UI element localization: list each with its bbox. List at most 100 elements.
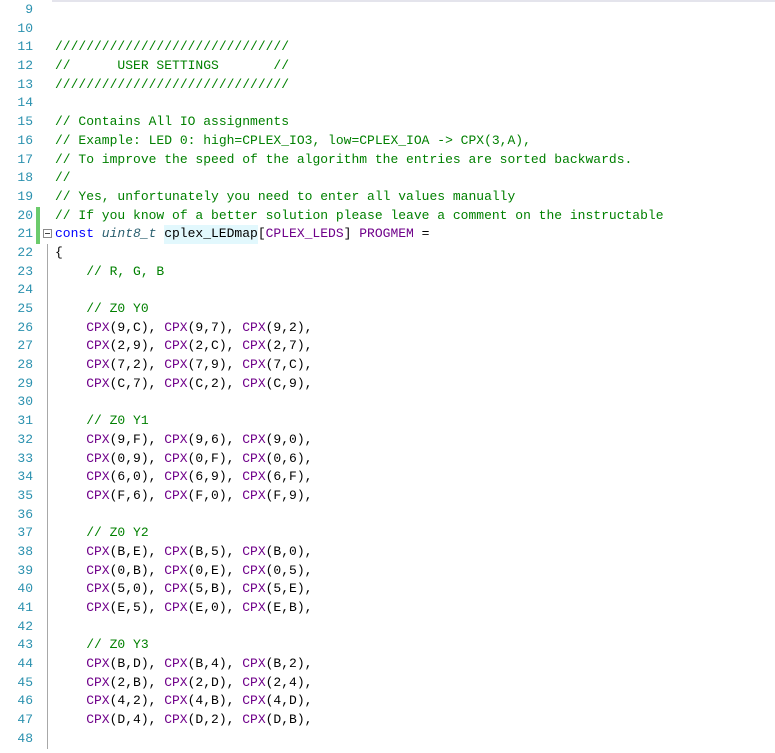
fold-guide <box>47 318 48 338</box>
code-row[interactable]: 33 CPX(0,9), CPX(0,F), CPX(0,6), CPX CPX CP… <box>0 449 775 469</box>
code-row[interactable]: 9 <box>0 1 775 20</box>
code-row[interactable]: 42 <box>0 617 775 637</box>
code-line: // Z0 Y3 <box>55 637 149 653</box>
fold-guide <box>47 561 48 581</box>
fold-guide <box>47 486 48 506</box>
code-row[interactable]: 26 CPX(9,C), CPX(9,7), CPX(9,2), CPX CPX CP… <box>0 318 775 338</box>
code-row[interactable]: 14 <box>0 94 775 113</box>
line-number: 40 <box>17 581 33 597</box>
identifier-highlight: cplex_LEDmap <box>164 225 258 244</box>
code-line: ////////////////////////////// <box>55 39 290 55</box>
macro: CPX <box>242 449 266 469</box>
code-row[interactable]: 12 // USER SETTINGS // <box>0 57 775 76</box>
macro: CPX <box>242 673 266 693</box>
code-row[interactable]: 46 CPX(4,2), CPX(4,B), CPX(4,D), CPX CPX CP… <box>0 692 775 712</box>
code-line: // Z0 Y0 <box>55 301 149 316</box>
fold-guide <box>47 337 48 357</box>
code-line: { <box>55 244 63 260</box>
line-number: 32 <box>17 431 33 447</box>
code-row[interactable]: 28 CPX(7,2), CPX(7,9), CPX(7,C), CPX CPX CP… <box>0 356 775 375</box>
code-row[interactable]: 10 <box>0 20 775 39</box>
code-row[interactable]: 20 // If you know of a better solution pl… <box>0 206 775 226</box>
code-row[interactable]: 37 // Z0 Y2 <box>0 524 775 543</box>
code-row[interactable]: 47 CPX(D,4), CPX(D,2), CPX(D,B), CPX CPX CP… <box>0 711 775 730</box>
line-number: 36 <box>17 506 33 522</box>
fold-guide <box>47 617 48 637</box>
code-line: // USER SETTINGS // <box>55 58 290 74</box>
code-row[interactable]: 38 CPX(B,E), CPX(B,5), CPX(B,0), CPX CPX CP… <box>0 542 775 562</box>
fold-guide <box>47 449 48 469</box>
macro: CPX <box>242 561 266 581</box>
code-row[interactable]: 29 CPX(C,7), CPX(C,2), CPX(C,9), CPX CPX CP… <box>0 374 775 394</box>
line-number: 24 <box>17 282 33 298</box>
macro: CPX <box>86 374 110 394</box>
code-row[interactable]: 18 // <box>0 169 775 188</box>
code-editor[interactable]: 9 10 11 ////////////////////////////// 12 // … <box>0 1 775 749</box>
macro: CPX <box>86 449 110 469</box>
fold-guide <box>47 412 48 431</box>
macro: CPX <box>242 337 266 357</box>
line-number: 28 <box>17 357 33 373</box>
line-number: 9 <box>25 2 33 17</box>
code-line: // Example: LED 0: high=CPLEX_IO3, low=C… <box>55 132 531 148</box>
macro: CPX <box>242 468 266 487</box>
code-row[interactable]: 31 // Z0 Y1 <box>0 412 775 431</box>
code-row[interactable]: 22 { <box>0 243 775 263</box>
code-row[interactable]: 43 // Z0 Y3 <box>0 636 775 656</box>
macro: CPX <box>164 711 188 730</box>
code-row[interactable]: 45 CPX(2,B), CPX(2,D), CPX(2,4), CPX CPX CP… <box>0 673 775 693</box>
macro: CPLEX_LEDS <box>265 225 344 244</box>
macro: CPX <box>86 318 110 338</box>
macro: CPX <box>86 356 110 375</box>
keyword: const <box>55 225 95 244</box>
code-row[interactable]: 41 CPX(E,5), CPX(E,0), CPX(E,B), CPX CPX CP… <box>0 599 775 618</box>
code-row[interactable]: 27 CPX(2,9), CPX(2,C), CPX(2,7), CPX CPX CP… <box>0 337 775 357</box>
macro: CPX <box>242 692 266 712</box>
line-number: 20 <box>17 207 33 223</box>
line-number: 22 <box>17 244 33 260</box>
macro: CPX <box>164 580 188 600</box>
code-row[interactable]: 44 CPX(B,D), CPX(B,4), CPX(B,2), CPX CPX CP… <box>0 655 775 674</box>
line-number: 11 <box>17 39 33 55</box>
line-number: 27 <box>17 338 33 354</box>
macro: CPX <box>164 655 188 674</box>
code-row[interactable]: 35 CPX(F,6), CPX(F,0), CPX(F,9), CPX CPX CP… <box>0 486 775 506</box>
collapse-icon[interactable] <box>43 229 52 239</box>
line-number: 46 <box>17 693 33 709</box>
fold-guide <box>47 281 48 300</box>
macro: CPX <box>164 449 188 469</box>
code-line: // Z0 Y1 <box>55 413 149 429</box>
macro: CPX <box>164 542 188 562</box>
code-row[interactable]: 17 // To improve the speed of the algorit… <box>0 151 775 170</box>
code-row[interactable]: 30 <box>0 393 775 413</box>
fold-guide <box>47 729 48 749</box>
code-row[interactable]: 11 ////////////////////////////// <box>0 38 775 57</box>
code-row[interactable]: 40 CPX(5,0), CPX(5,B), CPX(5,E), CPX CPX CP… <box>0 580 775 600</box>
code-row[interactable]: 19 // Yes, unfortunately you need to ente… <box>0 188 775 207</box>
fold-guide <box>47 468 48 487</box>
code-row[interactable]: 24 <box>0 281 775 300</box>
code-row[interactable]: 36 <box>0 505 775 525</box>
fold-guide <box>47 542 48 562</box>
macro: CPX <box>164 692 188 712</box>
macro: CPX <box>86 673 110 693</box>
code-row[interactable]: 48 <box>0 729 775 749</box>
fold-guide <box>47 243 48 263</box>
code-row[interactable]: 23 // R, G, B <box>0 262 775 282</box>
code-line: // If you know of a better solution plea… <box>55 207 664 223</box>
code-line: // <box>55 170 71 186</box>
code-row[interactable]: 16 // Example: LED 0: high=CPLEX_IO3, low… <box>0 132 775 151</box>
macro: CPX <box>164 337 188 357</box>
fold-guide <box>47 430 48 450</box>
code-row[interactable]: 15 // Contains All IO assignments <box>0 113 775 132</box>
code-row[interactable]: 39 CPX(0,B), CPX(0,E), CPX(0,5), CPX CPX CP… <box>0 561 775 581</box>
code-row[interactable]: 21const uint8_t cplex_LEDmap[CPLEX_LEDS]… <box>0 225 775 244</box>
fold-guide <box>47 356 48 375</box>
code-row[interactable]: 25 // Z0 Y0 <box>0 300 775 319</box>
code-row[interactable]: 32 CPX(9,F), CPX(9,6), CPX(9,0), CPX CPX CP… <box>0 430 775 450</box>
fold-guide <box>47 505 48 525</box>
line-number: 43 <box>17 637 33 653</box>
code-row[interactable]: 13 ////////////////////////////// <box>0 76 775 95</box>
macro: CPX <box>242 580 266 600</box>
code-row[interactable]: 34 CPX(6,0), CPX(6,9), CPX(6,F), CPX CPX CP… <box>0 468 775 487</box>
